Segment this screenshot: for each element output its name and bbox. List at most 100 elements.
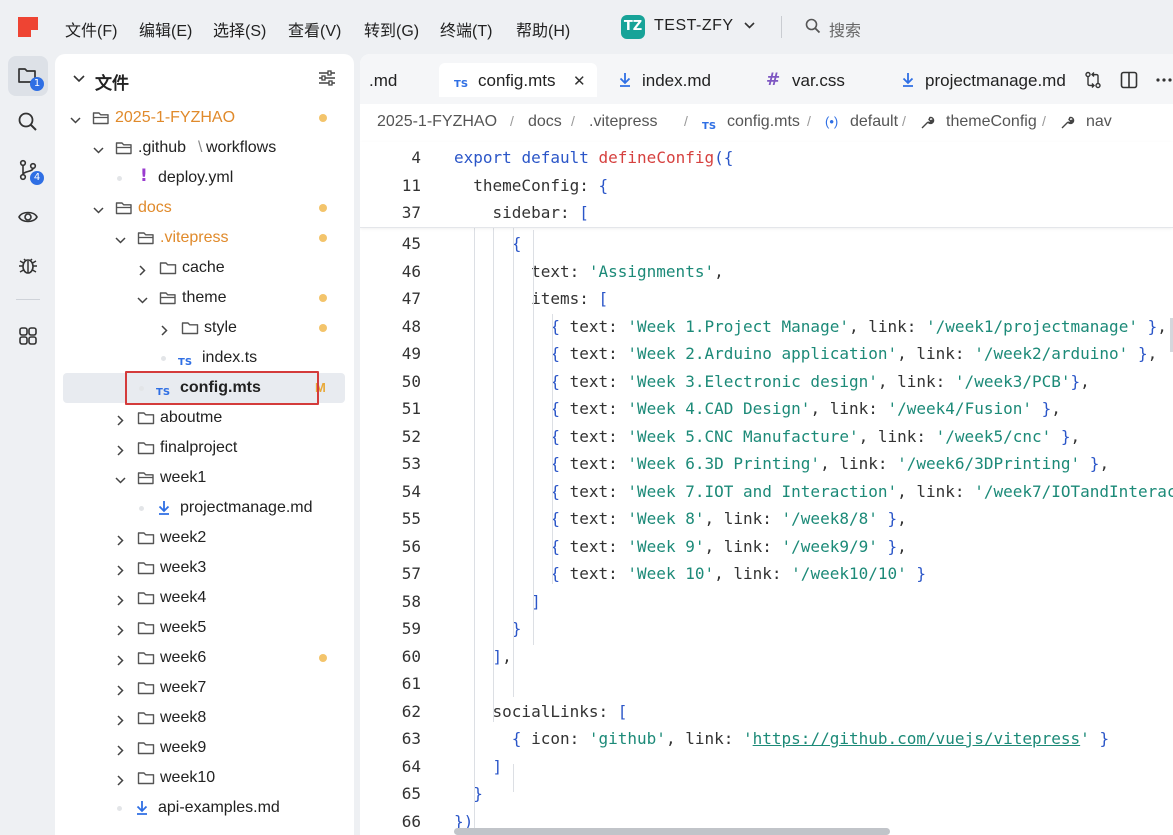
chevron-down-icon[interactable] <box>744 22 755 29</box>
chevron-down-icon[interactable] <box>115 473 126 491</box>
debug-button[interactable] <box>8 245 48 285</box>
menu-item[interactable]: 帮助(H) <box>516 17 570 41</box>
tree-folder[interactable]: theme <box>63 283 345 313</box>
split-editor-icon[interactable] <box>1120 71 1138 89</box>
menu-item[interactable]: 转到(G) <box>364 17 419 41</box>
code-line[interactable]: 52 { text: 'Week 5.CNC Manufacture', lin… <box>360 423 1173 450</box>
tree-folder[interactable]: cache <box>63 253 345 283</box>
tree-folder[interactable]: docs <box>63 193 345 223</box>
chevron-right-icon[interactable] <box>115 593 126 611</box>
code-line[interactable]: 37 sidebar: [ <box>360 199 1173 226</box>
tree-folder[interactable]: .vitepress <box>63 223 345 253</box>
tree-folder[interactable]: week10 <box>63 763 345 793</box>
chevron-down-icon[interactable] <box>93 203 104 221</box>
tree-folder[interactable]: week1 <box>63 463 345 493</box>
chevron-right-icon[interactable] <box>115 683 126 701</box>
editor-tab[interactable]: projectmanage.md <box>891 63 1071 97</box>
code-line[interactable]: 50 { text: 'Week 3.Electronic design', l… <box>360 368 1173 395</box>
menu-item[interactable]: 终端(T) <box>440 17 492 41</box>
compare-changes-icon[interactable] <box>1084 71 1102 89</box>
tree-folder[interactable]: finalproject <box>63 433 345 463</box>
chevron-down-icon[interactable] <box>73 75 85 83</box>
search-input[interactable]: 搜索 <box>829 17 861 41</box>
breadcrumb-item[interactable]: 2025-1-FYZHAO <box>377 113 497 131</box>
breadcrumb-item[interactable]: docs <box>528 113 562 131</box>
tree-folder[interactable]: .github \ workflows <box>63 133 345 163</box>
code-line[interactable]: 55 { text: 'Week 8', link: '/week8/8' }, <box>360 505 1173 532</box>
tree-file[interactable]: ! deploy.yml <box>63 163 345 193</box>
editor-tab[interactable]: TS config.mts ✕ <box>439 63 597 97</box>
code-line[interactable]: 64 ] <box>360 753 1173 780</box>
code-line[interactable]: 46 text: 'Assignments', <box>360 258 1173 285</box>
search-icon[interactable] <box>805 18 821 34</box>
chevron-right-icon[interactable] <box>115 773 126 791</box>
code-line[interactable]: 56 { text: 'Week 9', link: '/week9/9' }, <box>360 533 1173 560</box>
tree-folder[interactable]: week2 <box>63 523 345 553</box>
menu-item[interactable]: 编辑(E) <box>139 17 192 41</box>
chevron-down-icon[interactable] <box>93 143 104 161</box>
code-line[interactable]: 60 ], <box>360 643 1173 670</box>
chevron-down-icon[interactable] <box>137 293 148 311</box>
code-editor[interactable]: 4 export default defineConfig({11 themeCo… <box>360 142 1173 835</box>
code-line[interactable]: 61 <box>360 670 1173 697</box>
code-line[interactable]: 45 { <box>360 230 1173 257</box>
tree-folder[interactable]: week6 <box>63 643 345 673</box>
code-line[interactable]: 57 { text: 'Week 10', link: '/week10/10'… <box>360 560 1173 587</box>
explorer-button[interactable]: 1 <box>8 56 48 96</box>
tree-folder[interactable]: week4 <box>63 583 345 613</box>
code-line[interactable]: 58 ] <box>360 588 1173 615</box>
editor-tab[interactable]: .md <box>360 63 430 97</box>
more-actions-icon[interactable] <box>1155 71 1173 89</box>
tree-file[interactable]: api-examples.md <box>63 793 345 823</box>
app-logo-icon[interactable] <box>18 17 38 37</box>
chevron-right-icon[interactable] <box>159 323 170 341</box>
tree-folder[interactable]: style <box>63 313 345 343</box>
code-line[interactable]: 62 socialLinks: [ <box>360 698 1173 725</box>
code-line[interactable]: 51 { text: 'Week 4.CAD Design', link: '/… <box>360 395 1173 422</box>
extensions-button[interactable] <box>8 316 48 356</box>
project-name[interactable]: TEST-ZFY <box>654 17 734 35</box>
chevron-right-icon[interactable] <box>115 743 126 761</box>
chevron-right-icon[interactable] <box>115 413 126 431</box>
chevron-right-icon[interactable] <box>115 623 126 641</box>
chevron-down-icon[interactable] <box>115 233 126 251</box>
code-line[interactable]: 65 } <box>360 780 1173 807</box>
tree-folder[interactable]: week8 <box>63 703 345 733</box>
tree-folder[interactable]: week9 <box>63 733 345 763</box>
preview-button[interactable] <box>8 197 48 237</box>
editor-tab[interactable]: index.md <box>606 63 736 97</box>
chevron-right-icon[interactable] <box>115 563 126 581</box>
breadcrumb-item[interactable]: themeConfig <box>946 113 1037 131</box>
tree-folder[interactable]: 2025-1-FYZHAO <box>63 103 345 133</box>
code-line[interactable]: 54 { text: 'Week 7.IOT and Interaction',… <box>360 478 1173 505</box>
chevron-right-icon[interactable] <box>115 533 126 551</box>
project-avatar[interactable]: TZ <box>621 15 645 39</box>
code-line[interactable]: 49 { text: 'Week 2.Arduino application',… <box>360 340 1173 367</box>
tree-file[interactable]: projectmanage.md <box>63 493 345 523</box>
breadcrumb-item[interactable]: .vitepress <box>589 113 657 131</box>
tree-folder[interactable]: week7 <box>63 673 345 703</box>
tree-folder[interactable]: week5 <box>63 613 345 643</box>
close-icon[interactable]: ✕ <box>573 72 586 90</box>
chevron-right-icon[interactable] <box>115 653 126 671</box>
breadcrumb-item[interactable]: nav <box>1086 113 1112 131</box>
tree-file[interactable]: TS index.ts <box>63 343 345 373</box>
code-line[interactable]: 11 themeConfig: { <box>360 172 1173 199</box>
code-line[interactable]: 47 items: [ <box>360 285 1173 312</box>
code-line[interactable]: 4 export default defineConfig({ <box>360 144 1173 171</box>
editor-tab[interactable]: # var.css <box>752 63 860 97</box>
code-line[interactable]: 63 { icon: 'github', link: 'https://gith… <box>360 725 1173 752</box>
menu-item[interactable]: 文件(F) <box>65 17 117 41</box>
sticky-scroll-header[interactable]: 4 export default defineConfig({11 themeCo… <box>360 142 1173 228</box>
horizontal-scrollbar[interactable] <box>454 828 890 835</box>
menu-item[interactable]: 选择(S) <box>213 17 266 41</box>
chevron-right-icon[interactable] <box>115 713 126 731</box>
tree-folder[interactable]: aboutme <box>63 403 345 433</box>
tree-file[interactable]: TS config.mts M <box>63 373 345 403</box>
code-line[interactable]: 53 { text: 'Week 6.3D Printing', link: '… <box>360 450 1173 477</box>
menu-item[interactable]: 查看(V) <box>288 17 341 41</box>
code-line[interactable]: 59 } <box>360 615 1173 642</box>
settings-sliders-icon[interactable] <box>318 70 336 86</box>
source-control-button[interactable]: 4 <box>8 150 48 190</box>
chevron-down-icon[interactable] <box>70 113 81 131</box>
